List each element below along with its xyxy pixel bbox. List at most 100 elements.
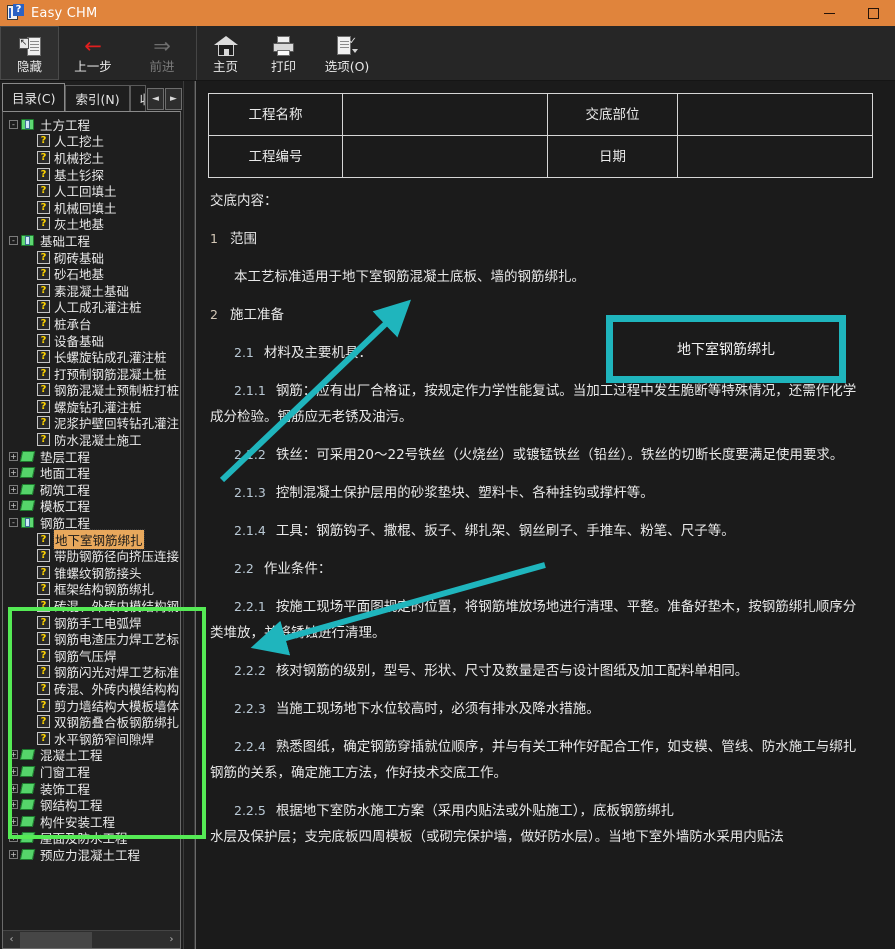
- help-topic-icon: ?: [37, 250, 50, 264]
- tab-favorites[interactable]: 收: [129, 85, 146, 111]
- tree-folder-item[interactable]: - 钢筋工程: [5, 514, 180, 531]
- scroll-right-button[interactable]: ›: [163, 931, 180, 948]
- minimize-button[interactable]: [807, 0, 851, 26]
- tree-folder-item[interactable]: + 门窗工程: [5, 763, 180, 780]
- tree-topic-item[interactable]: ? 设备基础: [5, 332, 180, 349]
- help-topic-icon: ?: [37, 731, 50, 745]
- paragraph-2-1-4: 2.1.4 工具：钢筋钩子、撒棍、扳子、绑扎架、钢丝刷子、手推车、粉笔、尺子等。: [210, 518, 858, 544]
- tree-topic-item[interactable]: ? 锥螺纹钢筋接头: [5, 564, 180, 581]
- tree-topic-item[interactable]: ? 灰土地基: [5, 216, 180, 232]
- tree-topic-item[interactable]: ? 水平钢筋窄间隙焊: [5, 730, 180, 747]
- tree-topic-item[interactable]: ? 素混凝土基础: [5, 282, 180, 299]
- scroll-track[interactable]: [20, 931, 163, 948]
- home-button[interactable]: 主页: [197, 26, 255, 80]
- tree-topic-item[interactable]: ? 框架结构钢筋绑扎: [5, 581, 180, 597]
- expand-expander-icon[interactable]: +: [9, 849, 18, 859]
- tree-topic-item[interactable]: ? 钢筋气压焊: [5, 647, 180, 664]
- tab-favorites-label: 收: [140, 89, 145, 108]
- collapse-expander-icon[interactable]: -: [9, 235, 18, 245]
- open-book-icon: [21, 234, 36, 247]
- tree-folder-item[interactable]: + 模板工程: [5, 498, 180, 514]
- tree-horizontal-scrollbar[interactable]: ‹ ›: [3, 930, 180, 948]
- tab-scroll-right-button[interactable]: ►: [165, 88, 182, 110]
- tree-folder-item[interactable]: + 装饰工程: [5, 780, 180, 797]
- tree-folder-item[interactable]: + 地面工程: [5, 464, 180, 481]
- tree-topic-item[interactable]: ? 长螺旋钻成孔灌注桩: [5, 348, 180, 365]
- scroll-left-button[interactable]: ‹: [3, 931, 20, 948]
- tree-topic-item[interactable]: ? 人工成孔灌注桩: [5, 299, 180, 315]
- tree-topic-item[interactable]: ? 剪力墙结构大模板墙体: [5, 697, 180, 714]
- tree-topic-item[interactable]: ? 打预制钢筋混凝土桩: [5, 365, 180, 382]
- title-bar: ? Easy CHM: [0, 0, 895, 26]
- tree-folder-item[interactable]: + 钢结构工程: [5, 796, 180, 813]
- expand-expander-icon[interactable]: +: [9, 484, 18, 494]
- maximize-button[interactable]: [851, 0, 895, 26]
- 交底-header-table: 工程名称 交底部位 工程编号 日期: [208, 93, 873, 178]
- tree-topic-item[interactable]: ? 螺旋钻孔灌注桩: [5, 398, 180, 415]
- tree-topic-item[interactable]: ? 机械回填土: [5, 199, 180, 216]
- contents-tree[interactable]: - 土方工程? 人工挖土? 机械挖土? 基土钐探? 人工回填土? 机械回填土? 灰土地基 - 基础…: [3, 112, 180, 930]
- tree-topic-item[interactable]: ? 桩承台: [5, 315, 180, 332]
- tree-topic-item[interactable]: ? 基土钐探: [5, 166, 180, 183]
- tree-topic-item[interactable]: ? 砂石地基: [5, 265, 180, 282]
- easy-chm-window: ? Easy CHM ↖ 隐藏 ← 上一步 ⇒ 前进 主页 打印 ✓ 选项(O)…: [0, 0, 895, 949]
- tree-topic-item[interactable]: ? 人工挖土: [5, 133, 180, 149]
- print-button[interactable]: 打印: [255, 26, 313, 80]
- scroll-thumb[interactable]: [20, 931, 92, 948]
- paragraph-2-1-4-number: 2.1.4: [234, 523, 266, 538]
- options-button[interactable]: ✓ 选项(O): [313, 26, 382, 80]
- tree-folder-item[interactable]: + 混凝土工程: [5, 747, 180, 763]
- tab-index[interactable]: 索引(N): [65, 85, 130, 111]
- expand-expander-icon[interactable]: +: [9, 468, 18, 478]
- tab-scroll-left-button[interactable]: ◄: [147, 88, 164, 110]
- tree-item-label: 预应力混凝土工程: [40, 847, 141, 863]
- pane-splitter[interactable]: [183, 81, 195, 949]
- back-button[interactable]: ← 上一步: [59, 26, 128, 80]
- scroll-left-icon: ‹: [9, 934, 14, 945]
- tree-topic-item[interactable]: ? 钢筋电渣压力焊工艺标: [5, 630, 180, 647]
- expand-expander-icon[interactable]: +: [9, 833, 18, 843]
- expand-expander-icon[interactable]: +: [9, 783, 18, 793]
- tree-topic-item[interactable]: ? 带肋钢筋径向挤压连接: [5, 547, 180, 564]
- tree-topic-item[interactable]: ? 钢筋闪光对焊工艺标准: [5, 664, 180, 680]
- tab-contents[interactable]: 目录(C): [2, 83, 66, 111]
- project-number-value[interactable]: [342, 135, 548, 178]
- expand-expander-icon[interactable]: +: [9, 750, 18, 760]
- tree-folder-item[interactable]: + 构件安装工程: [5, 813, 180, 830]
- project-name-value[interactable]: [342, 93, 548, 136]
- date-value[interactable]: [677, 135, 873, 178]
- expand-expander-icon[interactable]: +: [9, 766, 18, 776]
- tree-folder-item[interactable]: + 垫层工程: [5, 448, 180, 465]
- tree-topic-item[interactable]: ? 钢筋混凝土预制桩打桩: [5, 382, 180, 398]
- tree-topic-item[interactable]: ? 机械挖土: [5, 149, 180, 166]
- expand-expander-icon[interactable]: +: [9, 501, 18, 511]
- paragraph-scope: 本工艺标准适用于地下室钢筋混凝土底板、墙的钢筋绑扎。: [234, 269, 585, 285]
- hide-button[interactable]: ↖ 隐藏: [0, 26, 59, 80]
- help-topic-icon: ?: [37, 665, 50, 679]
- collapse-expander-icon[interactable]: -: [9, 119, 18, 129]
- tree-folder-item[interactable]: + 预应力混凝土工程: [5, 846, 180, 863]
- help-topic-icon: ?: [37, 134, 50, 148]
- table-row: 工程名称 交底部位: [208, 93, 873, 136]
- tree-topic-item[interactable]: ? 双钢筋叠合板钢筋绑扎: [5, 713, 180, 730]
- tree-topic-item[interactable]: ? 人工回填土: [5, 182, 180, 199]
- tree-folder-item[interactable]: + 屋面及防水工程: [5, 830, 180, 846]
- tree-topic-item[interactable]: ? 砌砖基础: [5, 249, 180, 266]
- paragraph-2-1-text: 材料及主要机具：: [263, 345, 372, 361]
- tree-folder-item[interactable]: - 土方工程: [5, 116, 180, 133]
- expand-expander-icon[interactable]: +: [9, 451, 18, 461]
- help-topic-icon: ?: [37, 433, 50, 447]
- tree-folder-item[interactable]: - 基础工程: [5, 232, 180, 249]
- expand-expander-icon[interactable]: +: [9, 816, 18, 826]
- tree-topic-item[interactable]: ? 泥浆护壁回转钻孔灌注: [5, 415, 180, 431]
- expand-expander-icon[interactable]: +: [9, 800, 18, 810]
- tree-topic-item[interactable]: ? 钢筋手工电弧焊: [5, 614, 180, 631]
- tree-topic-item[interactable]: ? 防水混凝土施工: [5, 431, 180, 448]
- tree-topic-item[interactable]: ? 砖混、外砖内模结构钢: [5, 597, 180, 614]
- tree-topic-item[interactable]: ? 地下室钢筋绑扎: [5, 528, 180, 550]
- paragraph-2-1-2-number: 2.1.2: [234, 447, 266, 462]
- disclosure-part-value[interactable]: [677, 93, 873, 136]
- tree-folder-item[interactable]: + 砌筑工程: [5, 481, 180, 498]
- collapse-expander-icon[interactable]: -: [9, 518, 18, 528]
- tree-topic-item[interactable]: ? 砖混、外砖内模结构构: [5, 680, 180, 697]
